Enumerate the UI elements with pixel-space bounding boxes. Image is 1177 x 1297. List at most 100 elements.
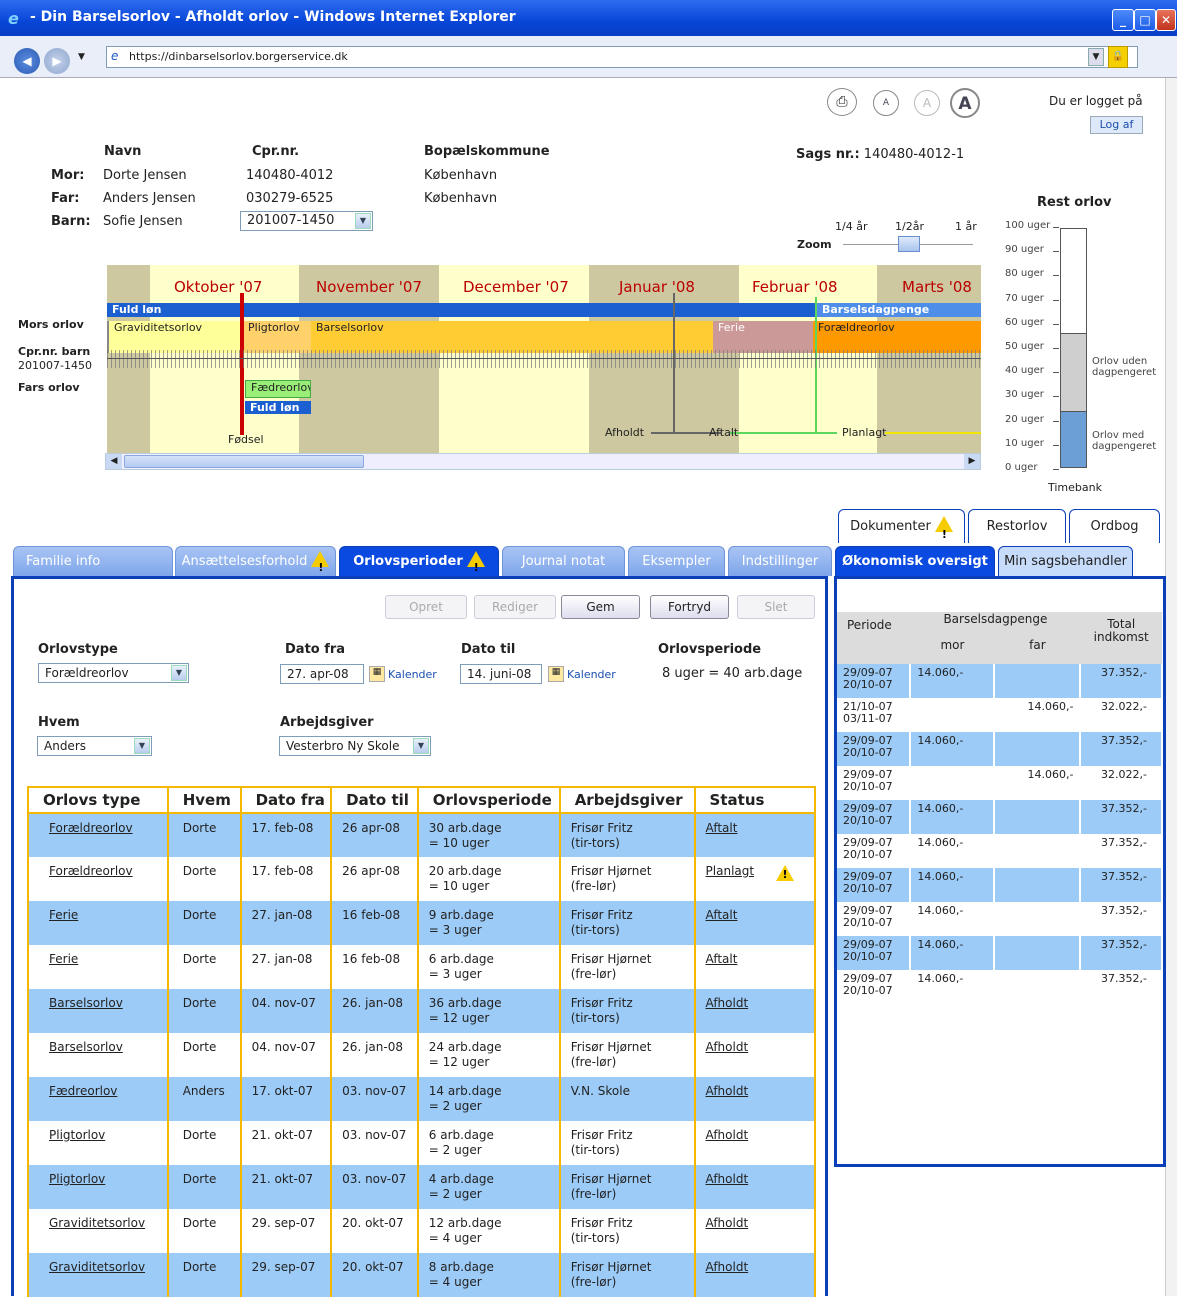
lock-icon[interactable]: 🔒 <box>1108 46 1128 68</box>
kalender-link[interactable]: Kalender <box>388 668 437 681</box>
kalender-link[interactable]: Kalender <box>567 668 616 681</box>
slet-button[interactable]: Slet <box>737 595 815 619</box>
gem-button[interactable]: Gem <box>561 595 640 619</box>
opret-button[interactable]: Opret <box>385 595 467 619</box>
grid-header[interactable]: Orlovsperiode <box>416 787 560 814</box>
barselsdagpenge-bar[interactable]: Barselsdagpenge <box>817 303 981 317</box>
tab-okonomisk-oversigt[interactable]: Økonomisk oversigt <box>835 546 995 576</box>
table-row[interactable]: Pligtorlov Dorte 21. okt-07 03. nov-07 4 arb… <box>28 1165 815 1209</box>
graviditetsorlov-bar[interactable]: Graviditetsorlov <box>107 321 243 353</box>
okonomi-row[interactable]: 21/10-07 03/11-07 14.060,- 32.022,- <box>837 698 1163 732</box>
status-cell[interactable]: Planlagt <box>693 857 815 901</box>
page-scrollbar[interactable] <box>1165 78 1177 1296</box>
scroll-right-icon[interactable]: ▶ <box>964 454 980 469</box>
status-cell[interactable]: Aftalt <box>693 945 815 989</box>
okonomi-row[interactable]: 29/09-07 20/10-07 14.060,- 37.352,- <box>837 902 1163 936</box>
type-cell[interactable]: Pligtorlov <box>28 1121 168 1165</box>
tab-min-sagsbehandler[interactable]: Min sagsbehandler <box>998 546 1133 576</box>
calendar-icon[interactable]: ▦ <box>369 666 385 682</box>
table-row[interactable]: Graviditetsorlov Dorte 29. sep-07 20. okt-0… <box>28 1209 815 1253</box>
status-cell[interactable]: Afholdt <box>693 1121 815 1165</box>
calendar-icon[interactable]: ▦ <box>548 666 564 682</box>
hvem-select[interactable]: Anders ▼ <box>37 736 152 756</box>
child-cpr-select[interactable]: 201007-1450 ▼ <box>240 211 373 231</box>
type-cell[interactable]: Pligtorlov <box>28 1165 168 1209</box>
zoom-slider-handle[interactable] <box>898 236 920 252</box>
okonomi-row[interactable]: 29/09-07 20/10-07 14.060,- 32.022,- <box>837 766 1163 800</box>
okonomi-row[interactable]: 29/09-07 20/10-07 14.060,- 37.352,- <box>837 664 1163 698</box>
dato-til-input[interactable]: 14. juni-08 <box>460 664 542 684</box>
scroll-thumb[interactable] <box>124 455 364 468</box>
font-small-button[interactable]: A <box>873 90 899 116</box>
status-cell[interactable]: Afholdt <box>693 1033 815 1077</box>
close-button[interactable]: ✕ <box>1156 9 1176 31</box>
okonomi-row[interactable]: 29/09-07 20/10-07 14.060,- 37.352,- <box>837 868 1163 902</box>
grid-header[interactable]: Dato til <box>330 787 418 814</box>
foraeldreorlov-bar[interactable]: Forældreorlov <box>813 321 981 353</box>
forward-button[interactable]: ▶ <box>44 48 70 74</box>
faedreorlov-bar[interactable]: Fædreorlov <box>245 380 311 398</box>
minimize-button[interactable]: _ <box>1112 9 1134 31</box>
history-dropdown-icon[interactable]: ▼ <box>78 52 85 62</box>
okonomi-row[interactable]: 29/09-07 20/10-07 14.060,- 37.352,- <box>837 800 1163 834</box>
tab-orlovsperioder[interactable]: Orlovsperioder <box>339 546 499 583</box>
pligtorlov-bar[interactable]: Pligtorlov <box>243 321 311 353</box>
table-row[interactable]: Barselsorlov Dorte 04. nov-07 26. jan-08 24 … <box>28 1033 815 1077</box>
grid-header[interactable]: Orlovs type <box>28 787 168 814</box>
okonomi-row[interactable]: 29/09-07 20/10-07 14.060,- 37.352,- <box>837 834 1163 868</box>
back-button[interactable]: ◀ <box>14 48 40 74</box>
table-row[interactable]: Forældreorlov Dorte 17. feb-08 26 apr-08 20 … <box>28 857 815 901</box>
tab-restorlov[interactable]: Restorlov <box>968 509 1066 543</box>
table-row[interactable]: Ferie Dorte 27. jan-08 16 feb-08 6 arb.dage =… <box>28 945 815 989</box>
type-cell[interactable]: Ferie <box>28 901 168 945</box>
status-cell[interactable]: Afholdt <box>693 989 815 1033</box>
type-cell[interactable]: Barselsorlov <box>28 1033 168 1077</box>
fortryd-button[interactable]: Fortryd <box>650 595 729 619</box>
table-row[interactable]: Ferie Dorte 27. jan-08 16 feb-08 9 arb.dage =… <box>28 901 815 945</box>
fuld-lon-bar[interactable]: Fuld løn <box>107 303 817 317</box>
grid-header[interactable]: Arbejdsgiver <box>558 787 695 814</box>
tab-dokumenter[interactable]: Dokumenter <box>838 509 965 552</box>
barselsorlov-bar[interactable]: Barselsorlov <box>311 321 713 353</box>
orlovstype-select[interactable]: Forældreorlov ▼ <box>38 663 189 683</box>
grid-header[interactable]: Hvem <box>166 787 241 814</box>
rediger-button[interactable]: Rediger <box>474 595 556 619</box>
type-cell[interactable]: Fædreorlov <box>28 1077 168 1121</box>
table-row[interactable]: Pligtorlov Dorte 21. okt-07 03. nov-07 6 arb… <box>28 1121 815 1165</box>
status-cell[interactable]: Afholdt <box>693 1077 815 1121</box>
grid-header[interactable]: Status <box>693 787 815 814</box>
type-cell[interactable]: Barselsorlov <box>28 989 168 1033</box>
dato-fra-input[interactable]: 27. apr-08 <box>280 664 364 684</box>
table-row[interactable]: Barselsorlov Dorte 04. nov-07 26. jan-08 36 … <box>28 989 815 1033</box>
type-cell[interactable]: Graviditetsorlov <box>28 1253 168 1297</box>
status-cell[interactable]: Aftalt <box>693 813 815 857</box>
status-cell[interactable]: Afholdt <box>693 1253 815 1297</box>
tab-familie-info[interactable]: Familie info <box>13 546 173 576</box>
maximize-button[interactable]: □ <box>1134 9 1156 31</box>
far-fuld-lon-bar[interactable]: Fuld løn <box>245 401 311 414</box>
logout-button[interactable]: Log af <box>1090 116 1143 134</box>
table-row[interactable]: Graviditetsorlov Dorte 29. sep-07 20. okt-0… <box>28 1253 815 1297</box>
status-cell[interactable]: Afholdt <box>693 1209 815 1253</box>
ferie-bar[interactable]: Ferie <box>713 321 813 353</box>
type-cell[interactable]: Forældreorlov <box>28 813 168 857</box>
type-cell[interactable]: Graviditetsorlov <box>28 1209 168 1253</box>
okonomi-row[interactable]: 29/09-07 20/10-07 14.060,- 37.352,- <box>837 936 1163 970</box>
tab-ansaettelsesforhold[interactable]: Ansættelsesforhold <box>175 546 336 583</box>
print-icon[interactable]: ⎙ <box>827 88 857 116</box>
grid-header[interactable]: Dato fra <box>239 787 332 814</box>
timeline-scrollbar[interactable]: ◀ ▶ <box>105 453 981 470</box>
status-cell[interactable]: Aftalt <box>693 901 815 945</box>
table-row[interactable]: Forældreorlov Dorte 17. feb-08 26 apr-08 30 … <box>28 813 815 857</box>
tab-ordbog[interactable]: Ordbog <box>1069 509 1160 543</box>
type-cell[interactable]: Forældreorlov <box>28 857 168 901</box>
okonomi-row[interactable]: 29/09-07 20/10-07 14.060,- 37.352,- <box>837 970 1163 1004</box>
tab-eksempler[interactable]: Eksempler <box>628 546 725 576</box>
scroll-left-icon[interactable]: ◀ <box>106 454 122 469</box>
address-input[interactable]: e https://dinbarselsorlov.borgerservice.d… <box>106 46 1138 68</box>
type-cell[interactable]: Ferie <box>28 945 168 989</box>
font-large-button[interactable]: A <box>950 88 980 118</box>
address-dropdown-icon[interactable]: ▼ <box>1088 48 1104 66</box>
table-row[interactable]: Fædreorlov Anders 17. okt-07 03. nov-07 14 a… <box>28 1077 815 1121</box>
arbejdsgiver-select[interactable]: Vesterbro Ny Skole ▼ <box>279 736 431 756</box>
